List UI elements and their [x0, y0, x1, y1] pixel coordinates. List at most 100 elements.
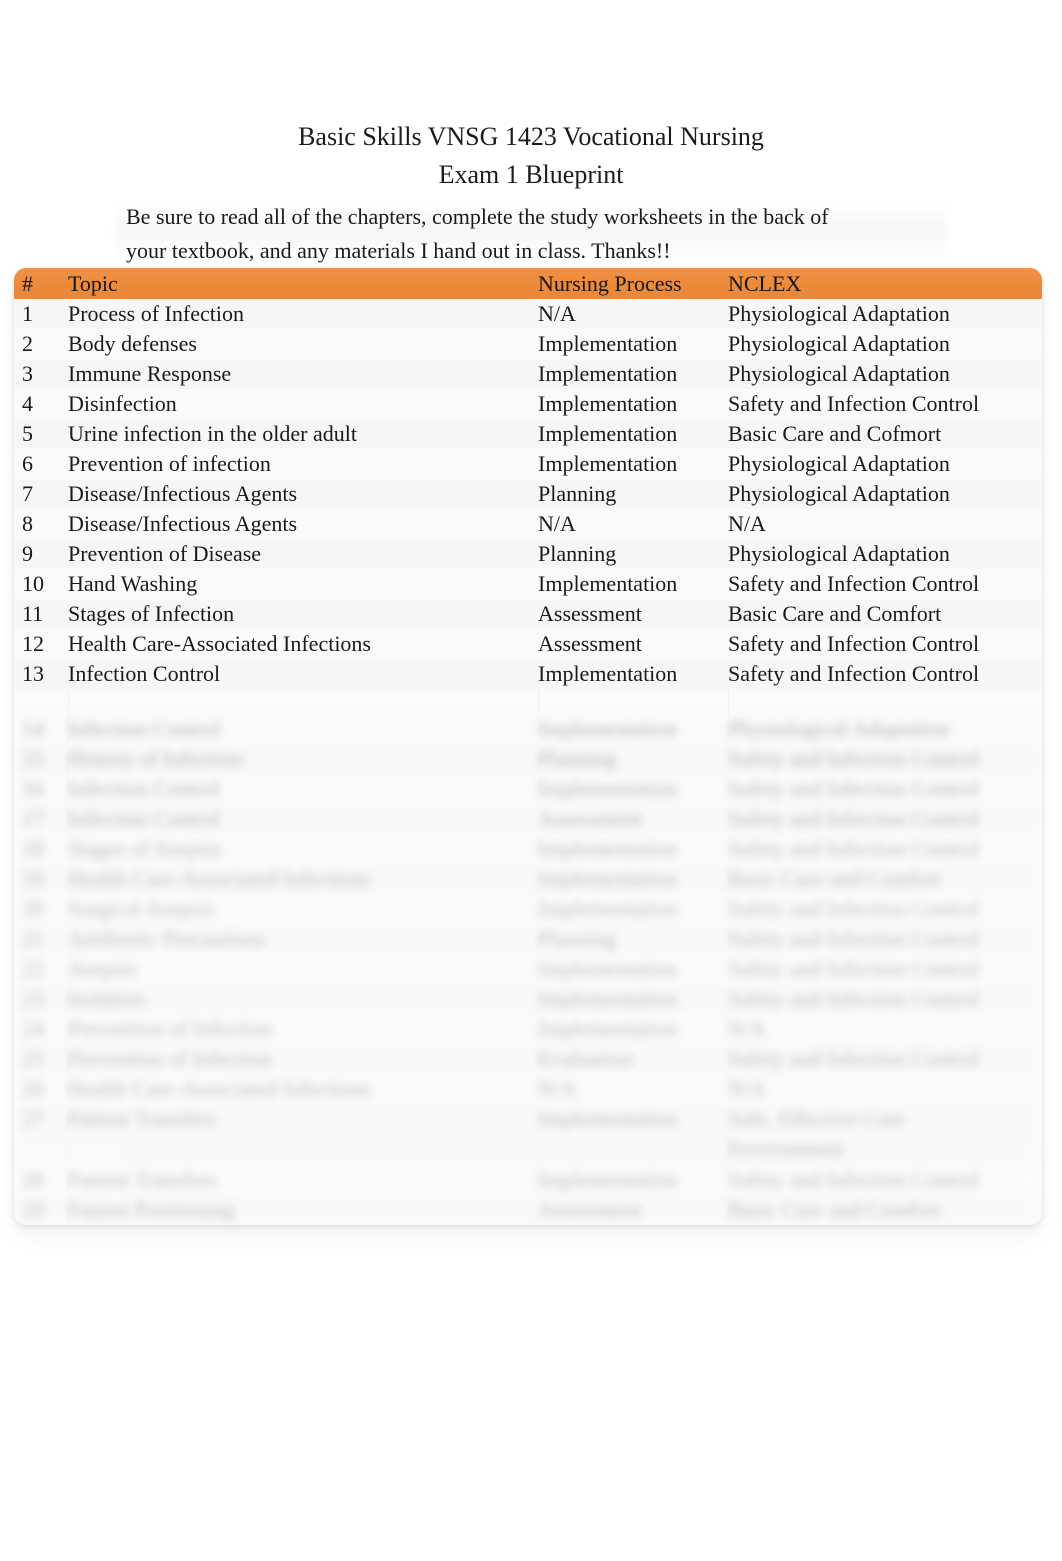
table-row: 28 Patient Transfers Implementation Safety … — [14, 1165, 1042, 1195]
cell-topic: Disinfection — [68, 391, 177, 416]
table-row: 24 Prevention of Infection Implementation N… — [14, 1014, 1042, 1044]
page-title-line-2: Exam 1 Blueprint — [438, 160, 624, 189]
cell-topic: Hand Washing — [68, 571, 198, 596]
cell-row-number: 23 — [22, 986, 44, 1011]
table-row: 3 Immune Response Implementation Physiologi… — [14, 359, 1042, 389]
table-row: 16 Infection Control Implementation Safety … — [14, 774, 1042, 804]
table-row: 12 Health Care-Associated Infections Asses… — [14, 629, 1042, 659]
cell-nursing-process: Implementation — [538, 1167, 678, 1192]
table-row: 6 Prevention of infection Implementation Ph… — [14, 449, 1042, 479]
table-row: 8 Disease/Infectious Agents N/A N/A — [14, 509, 1042, 539]
cell-topic: Patient Transfers — [68, 1167, 217, 1192]
table-body-clear: 1 Process of Infection N/A Physiological Ad… — [14, 299, 1042, 689]
cell-nursing-process: Implementation — [538, 956, 678, 981]
cell-topic: Prevention of Infection — [68, 1016, 273, 1041]
cell-topic: Health Care-Associated Infections — [68, 631, 371, 656]
cell-nursing-process: N/A — [538, 511, 576, 536]
cell-nclex: Physiological Adaptation — [728, 541, 950, 566]
cell-topic: Process of Infection — [68, 301, 244, 326]
cell-nclex: Safety and Infection Control — [728, 391, 980, 416]
cell-nclex: Safety and Infection Control — [728, 806, 980, 831]
cell-row-number: 12 — [22, 631, 44, 656]
cell-row-number: 15 — [22, 746, 44, 771]
table-row: 7 Disease/Infectious Agents Planning Physio… — [14, 479, 1042, 509]
cell-nursing-process: Implementation — [538, 391, 678, 416]
cell-nursing-process: Implementation — [538, 451, 678, 476]
cell-nursing-process: Implementation — [538, 661, 678, 686]
intro-line-1: Be sure to read all of the chapters, com… — [126, 204, 829, 229]
cell-row-number: 26 — [22, 1076, 44, 1101]
cell-nursing-process: N/A — [538, 1076, 576, 1101]
cell-nursing-process: Implementation — [538, 361, 678, 386]
table-row: 22 Asepsis Implementation Safety and Infect… — [14, 954, 1042, 984]
cell-nursing-process: Planning — [538, 746, 617, 771]
cell-row-number: 22 — [22, 956, 44, 981]
table-row: 15 History of Infection Planning Safety and… — [14, 744, 1042, 774]
cell-topic: Infection Control — [68, 716, 221, 741]
cell-nclex: Physiological Adaptation — [728, 716, 950, 741]
table-row: 25 Prevention of Infection Evaluation Safet… — [14, 1044, 1042, 1074]
table-row: 10 Hand Washing Implementation Safety and I… — [14, 569, 1042, 599]
cell-nclex: N/A — [728, 511, 766, 536]
cell-nursing-process: Assessment — [538, 1197, 642, 1222]
column-header-nursing-process: Nursing Process — [538, 271, 682, 296]
cell-nursing-process: Assessment — [538, 806, 642, 831]
cell-nursing-process: Implementation — [538, 776, 678, 801]
cell-nursing-process: Implementation — [538, 1106, 678, 1131]
cell-nclex: Safety and Infection Control — [728, 661, 980, 686]
cell-nursing-process: Implementation — [538, 896, 678, 921]
cell-nursing-process: Assessment — [538, 601, 642, 626]
cell-nclex: Physiological Adaptation — [728, 361, 950, 386]
cell-row-number: 18 — [22, 836, 44, 861]
intro-line-2: your textbook, and any materials I hand … — [126, 238, 671, 263]
cell-row-number: 8 — [22, 511, 33, 536]
cell-nclex: N/A — [728, 1016, 766, 1041]
cell-nursing-process: Implementation — [538, 1016, 678, 1041]
table-row: 13 Infection Control Implementation Safety … — [14, 659, 1042, 689]
cell-topic: Health Care-Associated Infections — [68, 866, 371, 891]
cell-row-number: 14 — [22, 716, 44, 741]
cell-topic: History of Infection — [68, 746, 243, 771]
table-body-blurred: 14 Infection Control Implementation Physiol… — [14, 714, 1042, 1225]
table-row: 29 Patient Positioning Assessment Basic Car… — [14, 1195, 1042, 1225]
cell-nursing-process: Implementation — [538, 836, 678, 861]
cell-nclex: Safety and Infection Control — [728, 896, 980, 921]
table-row: 4 Disinfection Implementation Safety and In… — [14, 389, 1042, 419]
cell-nclex: Basic Care and Comfort — [728, 601, 942, 626]
cell-nursing-process: Implementation — [538, 421, 678, 446]
document-header: Basic Skills VNSG 1423 Vocational Nursin… — [0, 118, 1062, 263]
cell-nursing-process: Implementation — [538, 716, 678, 741]
cell-row-number: 29 — [22, 1197, 44, 1222]
cell-nclex: Safe, Effective Care Environment — [728, 1106, 906, 1161]
cell-topic: Disease/Infectious Agents — [68, 481, 298, 506]
cell-topic: Patient Transfers — [68, 1106, 217, 1131]
cell-nursing-process: Implementation — [538, 571, 678, 596]
cell-topic: Prevention of Infection — [68, 1046, 273, 1071]
cell-topic: Surgical Asepsis — [68, 896, 214, 921]
page-title-line-1: Basic Skills VNSG 1423 Vocational Nursin… — [298, 122, 764, 151]
cell-nclex: Safety and Infection Control — [728, 746, 980, 771]
cell-nursing-process: Planning — [538, 481, 617, 506]
cell-nclex: Basic Care and Comfort — [728, 1197, 942, 1222]
cell-topic: Health Care-Associated Infections — [68, 1076, 371, 1101]
cell-nclex: Physiological Adaptation — [728, 301, 950, 326]
cell-topic: Disease/Infectious Agents — [68, 511, 298, 536]
table-row: 27 Patient Transfers Implementation Safe, E… — [14, 1104, 1042, 1165]
table-row: 5 Urine infection in the older adult Imple… — [14, 419, 1042, 449]
cell-nclex: Basic Care and Comfort — [728, 866, 942, 891]
table-row: 2 Body defenses Implementation Physiologica… — [14, 329, 1042, 359]
table-row: 21 Antibiotic Precautions Planning Safety a… — [14, 924, 1042, 954]
column-header-number: # — [22, 271, 33, 296]
cell-row-number: 10 — [22, 571, 44, 596]
cell-nursing-process: Assessment — [538, 631, 642, 656]
cell-row-number: 20 — [22, 896, 44, 921]
cell-nclex: Physiological Adaptation — [728, 481, 950, 506]
cell-topic: Body defenses — [68, 331, 197, 356]
cell-row-number: 3 — [22, 361, 33, 386]
cell-nclex: Physiological Adaptation — [728, 331, 950, 356]
cell-topic: Infection Control — [68, 661, 221, 686]
cell-row-number: 25 — [22, 1046, 44, 1071]
cell-nclex: Safety and Infection Control — [728, 956, 980, 981]
cell-topic: Immune Response — [68, 361, 232, 386]
cell-nclex: Safety and Infection Control — [728, 1167, 980, 1192]
